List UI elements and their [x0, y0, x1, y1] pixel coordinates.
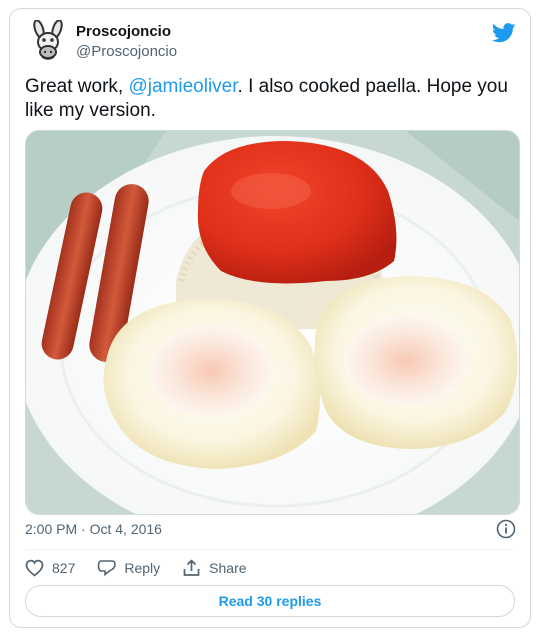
action-bar: 827 Reply Share: [25, 557, 269, 579]
tweet-card: Proscojoncio @Proscojoncio Great work, @…: [9, 8, 531, 628]
reply-label: Reply: [124, 560, 161, 576]
share-button[interactable]: Share: [182, 559, 247, 577]
read-replies-button[interactable]: Read 30 replies: [25, 585, 515, 617]
like-count: 827: [52, 560, 76, 576]
reply-button[interactable]: Reply: [97, 559, 160, 577]
share-icon: [183, 559, 200, 576]
divider: [25, 549, 515, 550]
bird-icon[interactable]: [491, 23, 516, 43]
share-label: Share: [209, 560, 247, 576]
like-button[interactable]: 827: [25, 559, 75, 577]
speech-bubble-icon: [98, 560, 117, 577]
tweet-text: Great work, @jamieoliver. I also cooked …: [25, 75, 520, 123]
tweet-timestamp[interactable]: 2:00 PM · Oct 4, 2016: [25, 521, 162, 537]
tweet-photo[interactable]: [25, 130, 520, 515]
author-name[interactable]: Proscojoncio: [76, 23, 171, 40]
author-handle[interactable]: @Proscojoncio: [76, 43, 177, 60]
read-replies-label: Read 30 replies: [218, 593, 322, 609]
heart-icon: [25, 559, 44, 577]
mention-link[interactable]: @jamieoliver: [128, 76, 237, 97]
info-icon[interactable]: [496, 519, 516, 539]
avatar[interactable]: [27, 19, 71, 64]
tweet-text-start: Great work,: [25, 76, 129, 97]
